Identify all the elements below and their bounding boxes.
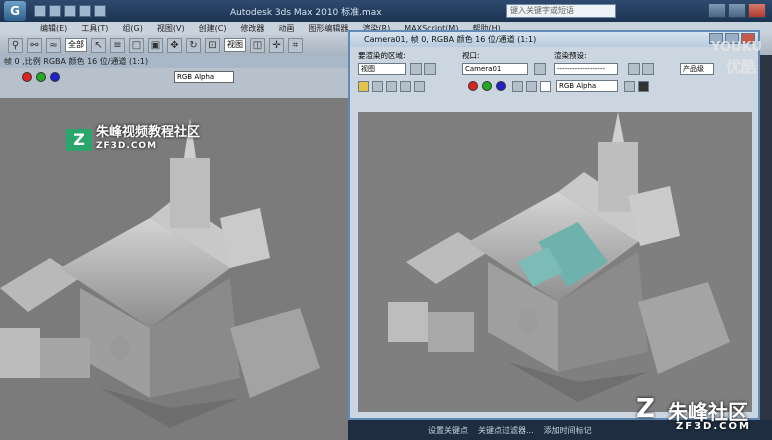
window-crossing-icon[interactable]: ▣ bbox=[148, 37, 163, 53]
left-frame-buffer-window: 帧 0 ,比例 RGBA 颜色 16 位/通道 (1:1) RGB Alpha bbox=[0, 55, 350, 440]
left-channel-dropdown[interactable]: RGB Alpha bbox=[174, 71, 234, 83]
render-options-labels: 要渲染的区域: 视口: 渲染预设: bbox=[350, 47, 758, 61]
zf-watermark-text: 朱峰视频教程社区 bbox=[96, 125, 201, 140]
render-options-row: 视图 Camera01 ------------------- 产品级 bbox=[350, 61, 758, 77]
menu-create[interactable]: 创建(C) bbox=[199, 23, 227, 34]
left-frame-toolbar: RGB Alpha bbox=[0, 68, 350, 86]
zf3d-url-text: ZF3D.COM bbox=[676, 421, 751, 432]
green-channel-toggle[interactable] bbox=[36, 72, 46, 82]
search-input[interactable]: 键入关键字或短语 bbox=[506, 4, 616, 18]
toggle-ui-icon[interactable] bbox=[638, 81, 649, 92]
copy-image-icon[interactable] bbox=[372, 81, 383, 92]
red-channel-toggle[interactable] bbox=[22, 72, 32, 82]
youku-watermark: YOUKU bbox=[711, 40, 762, 55]
select-by-name-icon[interactable]: ≡ bbox=[110, 37, 125, 53]
save-file-icon[interactable] bbox=[64, 5, 76, 17]
left-rendered-building bbox=[0, 98, 350, 440]
menu-group[interactable]: 组(G) bbox=[122, 23, 142, 34]
zf3d-logo-icon: Z bbox=[636, 394, 655, 424]
rectangular-selection-icon[interactable]: □ bbox=[129, 37, 144, 53]
rendered-frame-window: Camera01, 帧 0, RGBA 颜色 16 位/通道 (1:1) 要渲染… bbox=[348, 30, 760, 420]
monochrome-icon[interactable] bbox=[526, 81, 537, 92]
render-setup-icon[interactable] bbox=[628, 63, 640, 75]
set-key-button[interactable]: 设置关键点 bbox=[428, 425, 468, 436]
unlink-icon[interactable]: ⚯ bbox=[27, 37, 42, 53]
auto-region-icon[interactable] bbox=[424, 63, 436, 75]
rendered-frame-toolbar: RGB Alpha bbox=[350, 77, 758, 97]
rf-channel-dropdown[interactable]: RGB Alpha bbox=[556, 80, 618, 92]
menu-edit[interactable]: 编辑(E) bbox=[40, 23, 67, 34]
right-render-viewport[interactable] bbox=[358, 112, 752, 412]
environment-icon[interactable] bbox=[642, 63, 654, 75]
blue-channel-toggle[interactable] bbox=[50, 72, 60, 82]
app-logo-icon[interactable]: G bbox=[4, 1, 26, 21]
area-dropdown[interactable]: 视图 bbox=[358, 63, 406, 75]
rendered-frame-title: Camera01, 帧 0, RGBA 颜色 16 位/通道 (1:1) bbox=[350, 32, 758, 47]
menu-modifiers[interactable]: 修改器 bbox=[240, 23, 264, 34]
rf-blue-channel-toggle[interactable] bbox=[496, 81, 506, 91]
new-file-icon[interactable] bbox=[34, 5, 46, 17]
clone-frame-icon[interactable] bbox=[386, 81, 397, 92]
area-label: 要渲染的区域: bbox=[358, 51, 406, 60]
app-title: Autodesk 3ds Max 2010 标准.max bbox=[230, 8, 382, 18]
toggle-ui-overlay-icon[interactable] bbox=[624, 81, 635, 92]
lock-viewport-icon[interactable] bbox=[534, 63, 546, 75]
select-manipulate-icon[interactable]: ✛ bbox=[269, 37, 284, 53]
pivot-icon[interactable]: ◫ bbox=[250, 37, 265, 53]
link-icon[interactable]: ⚲ bbox=[8, 37, 23, 53]
undo-icon[interactable] bbox=[79, 5, 91, 17]
redo-icon[interactable] bbox=[94, 5, 106, 17]
scale-icon[interactable]: ⊡ bbox=[205, 37, 220, 53]
snap-icon[interactable]: ⌗ bbox=[288, 37, 303, 53]
menu-views[interactable]: 视图(V) bbox=[157, 23, 185, 34]
menu-tools[interactable]: 工具(T) bbox=[81, 23, 108, 34]
reference-coordinate-dropdown[interactable]: 视图 bbox=[224, 38, 246, 52]
edit-region-icon[interactable] bbox=[410, 63, 422, 75]
move-icon[interactable]: ✥ bbox=[167, 37, 182, 53]
rf-red-channel-toggle[interactable] bbox=[468, 81, 478, 91]
print-image-icon[interactable] bbox=[400, 81, 411, 92]
preset-label: 渲染预设: bbox=[554, 51, 587, 60]
menu-animation[interactable]: 动画 bbox=[278, 23, 294, 34]
preset-dropdown[interactable]: ------------------- bbox=[554, 63, 618, 75]
product-level-dropdown[interactable]: 产品级 bbox=[680, 63, 714, 75]
rotate-icon[interactable]: ↻ bbox=[186, 37, 201, 53]
left-render-viewport[interactable] bbox=[0, 98, 350, 440]
right-rendered-building bbox=[358, 112, 752, 412]
zf-watermark-sub: ZF3D.COM bbox=[96, 141, 158, 151]
left-frame-caption: 帧 0 ,比例 RGBA 颜色 16 位/通道 (1:1) bbox=[0, 55, 350, 68]
window-controls bbox=[708, 3, 766, 18]
alpha-channel-icon[interactable] bbox=[512, 81, 523, 92]
select-object-icon[interactable]: ↖ bbox=[91, 37, 106, 53]
viewport-dropdown[interactable]: Camera01 bbox=[462, 63, 528, 75]
youku-watermark-cn: 优酷 bbox=[725, 58, 756, 76]
menu-graph-editors[interactable]: 图形编辑器 bbox=[308, 23, 348, 34]
close-button[interactable] bbox=[748, 3, 766, 18]
maximize-button[interactable] bbox=[728, 3, 746, 18]
selection-filter-dropdown[interactable]: 全部 bbox=[65, 38, 87, 52]
quick-access-toolbar bbox=[34, 5, 106, 17]
title-bar: G Autodesk 3ds Max 2010 标准.max 键入关键字或短语 bbox=[0, 0, 772, 22]
save-image-icon[interactable] bbox=[358, 81, 369, 92]
bind-space-warp-icon[interactable]: ≈ bbox=[46, 37, 61, 53]
viewport-label: 视口: bbox=[462, 51, 480, 60]
zf-watermark-logo: Z bbox=[66, 129, 92, 151]
screen: G Autodesk 3ds Max 2010 标准.max 键入关键字或短语 … bbox=[0, 0, 772, 440]
clear-image-icon[interactable] bbox=[414, 81, 425, 92]
add-time-tag-button[interactable]: 添加时间标记 bbox=[544, 425, 592, 436]
background-color-swatch[interactable] bbox=[540, 81, 551, 92]
rf-green-channel-toggle[interactable] bbox=[482, 81, 492, 91]
minimize-button[interactable] bbox=[708, 3, 726, 18]
open-file-icon[interactable] bbox=[49, 5, 61, 17]
key-filters-button[interactable]: 关键点过滤器... bbox=[478, 425, 534, 436]
